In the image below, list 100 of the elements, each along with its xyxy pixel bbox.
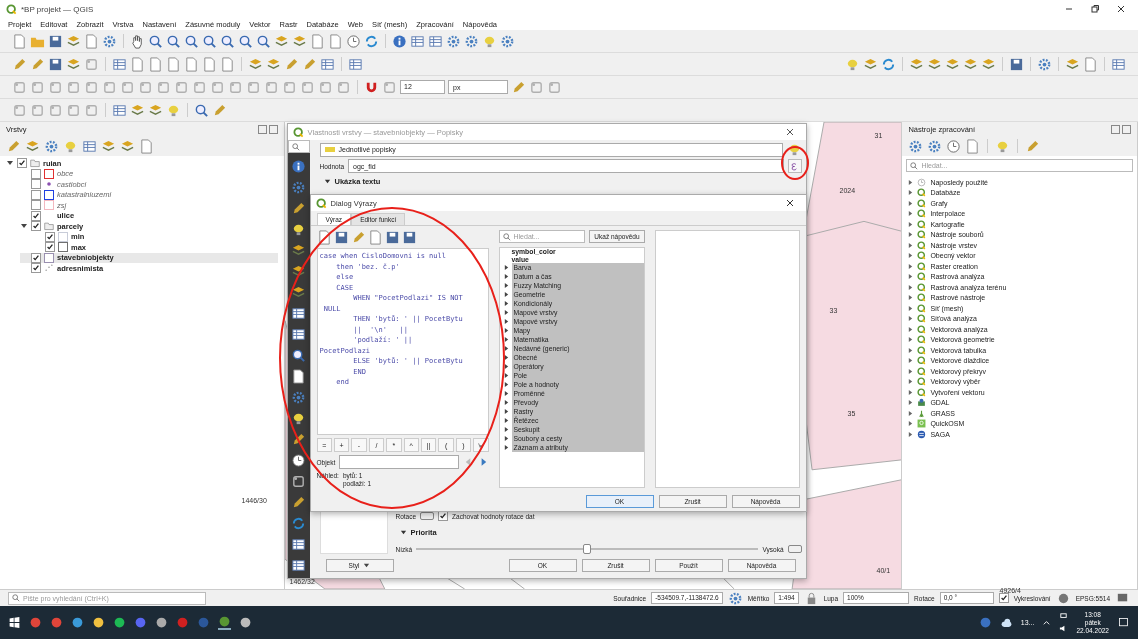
layers-icon[interactable] — [101, 139, 116, 154]
layers-icon[interactable] — [274, 33, 289, 49]
zoom-icon[interactable] — [220, 33, 235, 49]
node-icon[interactable] — [12, 79, 27, 95]
info-icon[interactable] — [392, 33, 407, 49]
checkbox[interactable] — [998, 593, 1009, 603]
notification-icon[interactable] — [1117, 616, 1130, 629]
node-icon[interactable] — [264, 79, 279, 95]
checkbox[interactable] — [31, 252, 41, 263]
clock-icon[interactable] — [291, 453, 306, 468]
checkbox[interactable] — [45, 242, 55, 253]
app-icon[interactable] — [239, 616, 252, 629]
layers-icon[interactable] — [963, 56, 978, 72]
layers-icon[interactable] — [25, 139, 40, 154]
zoom-icon[interactable] — [291, 348, 306, 363]
help-icon[interactable] — [978, 616, 992, 629]
node-icon[interactable] — [210, 79, 225, 95]
layers-icon[interactable] — [291, 285, 306, 300]
feature-dropdown[interactable] — [339, 455, 459, 469]
app-icon[interactable] — [113, 616, 126, 629]
gear-icon[interactable] — [291, 180, 306, 195]
zoom-icon[interactable] — [202, 33, 217, 49]
layers-icon[interactable] — [266, 56, 281, 72]
layers-icon[interactable] — [1065, 56, 1080, 72]
layers-icon[interactable] — [945, 56, 960, 72]
node-icon[interactable] — [84, 56, 99, 72]
priority-slider[interactable] — [416, 544, 759, 554]
gear-icon[interactable] — [446, 33, 461, 49]
zoom-icon[interactable] — [256, 33, 271, 49]
pencil-icon[interactable] — [291, 201, 306, 216]
app-icon[interactable] — [50, 616, 63, 629]
layers-icon[interactable] — [909, 56, 924, 72]
gear-icon[interactable] — [500, 33, 515, 49]
zoom-icon[interactable] — [184, 33, 199, 49]
layers-icon[interactable] — [291, 243, 306, 258]
node-icon[interactable] — [156, 79, 171, 95]
restore-icon[interactable] — [1090, 4, 1100, 14]
node-icon[interactable] — [228, 79, 243, 95]
checkbox[interactable] — [31, 179, 41, 190]
app-icon[interactable] — [155, 616, 168, 629]
pencil-icon[interactable] — [511, 79, 526, 95]
hand-icon[interactable] — [130, 33, 145, 49]
node-icon[interactable] — [336, 79, 351, 95]
checkbox[interactable] — [31, 168, 41, 179]
gear-icon[interactable] — [44, 139, 59, 154]
refresh-icon[interactable] — [364, 33, 379, 49]
layers-icon[interactable] — [66, 33, 81, 49]
data-defined-icon[interactable] — [787, 545, 802, 553]
node-icon[interactable] — [291, 474, 306, 489]
layers-icon[interactable] — [130, 102, 145, 118]
pencil-icon[interactable] — [284, 56, 299, 72]
checkbox[interactable] — [31, 200, 41, 211]
zoom-icon[interactable] — [166, 33, 181, 49]
table-icon[interactable] — [291, 306, 306, 321]
bulb-icon[interactable] — [291, 411, 306, 426]
node-icon[interactable] — [48, 102, 63, 118]
layers-icon[interactable] — [292, 33, 307, 49]
gear-icon[interactable] — [102, 33, 117, 49]
node-icon[interactable] — [84, 102, 99, 118]
node-icon[interactable] — [138, 79, 153, 95]
checkbox[interactable] — [31, 189, 41, 200]
checkbox[interactable] — [45, 231, 55, 242]
page-icon[interactable] — [291, 369, 306, 384]
node-icon[interactable] — [192, 79, 207, 95]
node-icon[interactable] — [174, 79, 189, 95]
search-field[interactable] — [287, 140, 310, 153]
chevron-up-icon[interactable] — [1042, 618, 1052, 627]
node-icon[interactable] — [30, 79, 45, 95]
node-icon[interactable] — [120, 79, 135, 95]
dock-icon[interactable] — [1111, 125, 1120, 134]
checkbox[interactable] — [17, 158, 27, 169]
app-icon[interactable] — [218, 615, 231, 630]
table-icon[interactable] — [291, 558, 306, 573]
expression-button[interactable] — [787, 159, 802, 173]
layers-icon[interactable] — [863, 56, 878, 72]
node-icon[interactable] — [66, 102, 81, 118]
gear-icon[interactable] — [927, 139, 943, 154]
layers-icon[interactable] — [66, 56, 81, 72]
pencil-icon[interactable] — [291, 495, 306, 510]
pencil-icon[interactable] — [291, 432, 306, 447]
checkbox[interactable] — [31, 210, 41, 221]
layers-icon[interactable] — [120, 139, 135, 154]
refresh-icon[interactable] — [881, 56, 896, 72]
app-icon[interactable] — [92, 616, 105, 629]
pencil-icon[interactable] — [212, 102, 227, 118]
layers-icon[interactable] — [927, 56, 942, 72]
node-icon[interactable] — [12, 102, 27, 118]
app-icon[interactable] — [29, 616, 42, 629]
windows-start-icon[interactable] — [8, 616, 21, 629]
node-icon[interactable] — [30, 102, 45, 118]
pencil-icon[interactable] — [1025, 139, 1041, 154]
refresh-icon[interactable] — [291, 516, 306, 531]
node-icon[interactable] — [547, 79, 562, 95]
node-icon[interactable] — [48, 79, 63, 95]
dock-icon[interactable] — [257, 125, 267, 134]
node-icon[interactable] — [84, 79, 99, 95]
node-icon[interactable] — [382, 79, 397, 95]
pencil-icon[interactable] — [302, 56, 317, 72]
zoom-icon[interactable] — [238, 33, 253, 49]
layers-icon[interactable] — [148, 102, 163, 118]
